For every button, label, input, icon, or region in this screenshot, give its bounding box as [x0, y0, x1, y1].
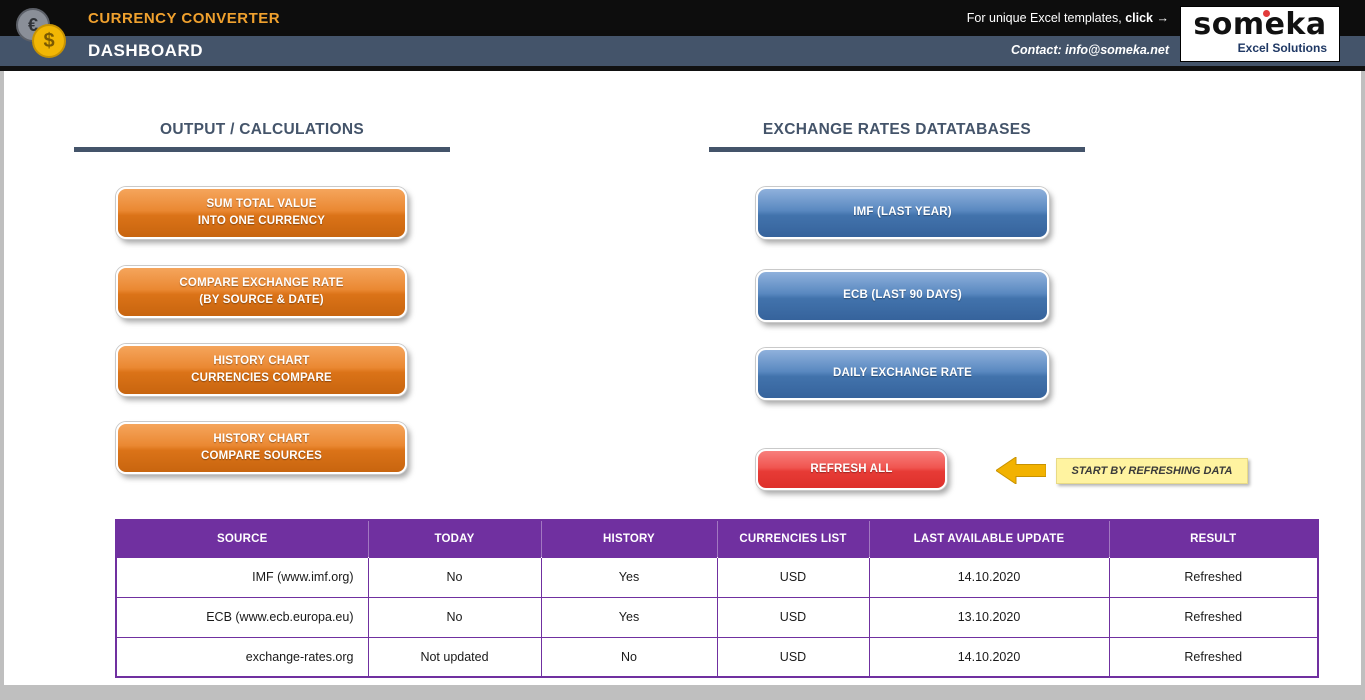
imf-last-year-button[interactable]: IMF (LAST YEAR) — [756, 187, 1049, 239]
cell-source: IMF (www.imf.org) — [115, 556, 369, 598]
dollar-coin-icon: $ — [32, 24, 66, 58]
sources-table: SOURCE TODAY HISTORY CURRENCIES LIST LAS… — [115, 519, 1319, 678]
logo-dot-icon — [1263, 10, 1270, 17]
history-chart-currencies-button[interactable]: HISTORY CHART CURRENCIES COMPARE — [116, 344, 407, 396]
col-header-currencies-list: CURRENCIES LIST — [717, 520, 870, 557]
table-row: ECB (www.ecb.europa.eu) No Yes USD 13.10… — [115, 596, 1319, 638]
cell-currencies: USD — [716, 556, 870, 598]
arrow-left-icon — [995, 456, 1047, 485]
cell-last-update: 13.10.2020 — [868, 596, 1110, 638]
history-chart-sources-button[interactable]: HISTORY CHART COMPARE SOURCES — [116, 422, 407, 474]
ecb-last-90-days-button[interactable]: ECB (LAST 90 DAYS) — [756, 270, 1049, 322]
table-header-row: SOURCE TODAY HISTORY CURRENCIES LIST LAS… — [116, 520, 1318, 557]
promo-text: For unique Excel templates, — [966, 11, 1126, 25]
cell-today: No — [367, 596, 542, 638]
section-title-databases: EXCHANGE RATES DATATABASES — [762, 121, 1032, 138]
section-underline-databases — [709, 147, 1085, 152]
cell-currencies: USD — [716, 596, 870, 638]
col-header-today: TODAY — [368, 520, 542, 557]
cell-currencies: USD — [716, 636, 870, 678]
bottom-frame — [0, 685, 1365, 700]
compare-exchange-rate-button[interactable]: COMPARE EXCHANGE RATE (BY SOURCE & DATE) — [116, 266, 407, 318]
dollar-symbol: $ — [43, 29, 55, 52]
cell-today: Not updated — [367, 636, 542, 678]
someka-logo-subtitle: Excel Solutions — [1237, 41, 1327, 55]
section-title-output: OUTPUT / CALCULATIONS — [159, 121, 365, 138]
cell-result: Refreshed — [1108, 596, 1319, 638]
cell-last-update: 14.10.2020 — [868, 636, 1110, 678]
section-underline-output — [74, 147, 450, 152]
col-header-source: SOURCE — [116, 520, 369, 557]
table-row: exchange-rates.org Not updated No USD 14… — [115, 636, 1319, 678]
cell-source: ECB (www.ecb.europa.eu) — [115, 596, 369, 638]
someka-logo[interactable]: someka Excel Solutions — [1180, 6, 1340, 62]
cell-history: No — [540, 636, 718, 678]
cell-result: Refreshed — [1108, 636, 1319, 678]
sum-total-value-button[interactable]: SUM TOTAL VALUE INTO ONE CURRENCY — [116, 187, 407, 239]
cell-history: Yes — [540, 556, 718, 598]
someka-logo-text: someka — [1193, 7, 1327, 42]
col-header-history: HISTORY — [541, 520, 718, 557]
daily-exchange-rate-button[interactable]: DAILY EXCHANGE RATE — [756, 348, 1049, 400]
currency-coins-logo: € $ — [16, 6, 78, 62]
contact-info: Contact: info@someka.net — [1010, 43, 1169, 57]
right-arrow-icon: → — [1156, 11, 1170, 25]
someka-logo-word: someka — [1189, 9, 1331, 41]
col-header-last-update: LAST AVAILABLE UPDATE — [869, 520, 1110, 557]
cell-source: exchange-rates.org — [115, 636, 369, 678]
col-header-result: RESULT — [1109, 520, 1318, 557]
refresh-hint-note: START BY REFRESHING DATA — [1056, 458, 1248, 484]
cell-result: Refreshed — [1108, 556, 1319, 598]
page-title: DASHBOARD — [88, 41, 203, 60]
cell-today: No — [367, 556, 542, 598]
dashboard-content: OUTPUT / CALCULATIONS EXCHANGE RATES DAT… — [4, 71, 1361, 685]
cell-history: Yes — [540, 596, 718, 638]
promo-link[interactable]: For unique Excel templates, click → — [967, 11, 1169, 25]
promo-click-text: click — [1125, 11, 1154, 25]
refresh-all-button[interactable]: REFRESH ALL — [756, 449, 947, 490]
cell-last-update: 14.10.2020 — [868, 556, 1110, 598]
app-title: CURRENCY CONVERTER — [88, 10, 281, 27]
table-row: IMF (www.imf.org) No Yes USD 14.10.2020 … — [115, 556, 1319, 598]
